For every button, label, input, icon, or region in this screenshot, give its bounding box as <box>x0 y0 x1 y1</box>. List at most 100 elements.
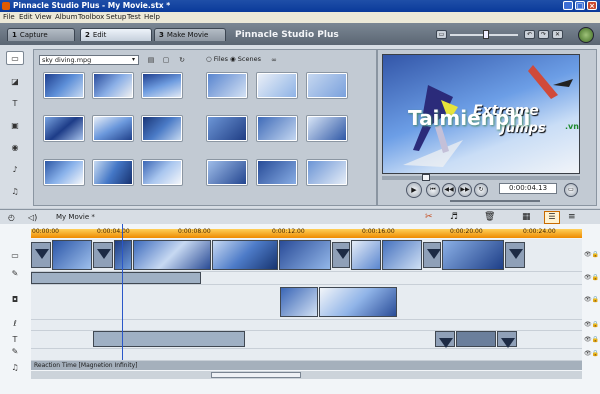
minimize-button[interactable]: _ <box>563 1 573 10</box>
scene-thumbnail[interactable] <box>207 160 247 185</box>
title-track-icon[interactable]: T <box>7 334 23 346</box>
view-icon[interactable]: ∞ <box>267 56 281 64</box>
scene-thumbnail[interactable] <box>142 73 182 98</box>
razor-icon[interactable]: ✂ <box>425 212 433 222</box>
scene-thumbnail[interactable] <box>257 116 297 141</box>
video-clip[interactable] <box>114 240 132 270</box>
track-lock-icon[interactable]: 👁🔒 <box>584 321 599 329</box>
loop-button[interactable]: ↻ <box>474 183 488 197</box>
edit-track-icon[interactable]: ✎ <box>7 268 23 280</box>
overlay-clip[interactable] <box>280 287 318 317</box>
title-clip[interactable] <box>456 331 496 347</box>
trash-icon[interactable]: 🗑 <box>484 212 495 222</box>
tab-capture[interactable]: 1 Capture <box>7 28 75 41</box>
title-transition[interactable] <box>497 331 517 348</box>
transition-clip[interactable] <box>505 242 525 268</box>
scrollbar-thumb[interactable] <box>211 372 301 378</box>
music-track-icon[interactable]: ♫ <box>7 362 23 374</box>
monitor-icon[interactable]: ▭ <box>436 30 447 39</box>
video-clip[interactable] <box>279 240 331 270</box>
video-clip[interactable] <box>351 240 381 270</box>
video-track-icon[interactable]: ▭ <box>7 250 23 262</box>
photos-icon[interactable]: ▣ <box>6 119 24 133</box>
scrubber-knob[interactable] <box>422 174 430 181</box>
scene-thumbnail[interactable] <box>257 160 297 185</box>
folder-open-icon[interactable]: ▢ <box>161 56 171 64</box>
source-file-dropdown[interactable]: sky diving.mpg ▾ <box>39 55 139 65</box>
track-lock-icon[interactable]: 👁🔒 <box>584 274 599 282</box>
folder-up-icon[interactable]: ▤ <box>146 56 156 64</box>
menu-test[interactable]: Test <box>127 13 141 22</box>
menu-setup[interactable]: Setup <box>106 13 126 22</box>
effects-track-icon[interactable]: ℓ <box>7 318 23 330</box>
scene-thumbnail[interactable] <box>207 116 247 141</box>
link-icon[interactable]: ↻ <box>177 56 187 64</box>
track-lock-icon[interactable]: 👁🔒 <box>584 350 599 358</box>
tab-make-movie[interactable]: 3 Make Movie <box>154 28 226 41</box>
timeline-view-icon[interactable]: ☰ <box>544 211 560 224</box>
menu-view[interactable]: View <box>35 13 52 22</box>
storyboard-view-icon[interactable]: ▦ <box>522 212 531 222</box>
volume-knob[interactable] <box>483 30 489 39</box>
music-icon[interactable]: ♫ <box>6 185 24 199</box>
audio-clip[interactable] <box>31 272 201 284</box>
sound-track-icon[interactable]: ✎ <box>7 346 23 358</box>
video-clip[interactable] <box>52 240 92 270</box>
scrubber-bar[interactable] <box>382 176 580 180</box>
scene-thumbnail[interactable] <box>142 116 182 141</box>
audio-toggle-icon[interactable]: ◁) <box>28 213 37 222</box>
menu-help[interactable]: Help <box>144 13 160 22</box>
scene-thumbnail[interactable] <box>44 116 84 141</box>
audio-mixer-icon[interactable]: ♬ <box>450 212 458 222</box>
tab-edit[interactable]: 2 Edit <box>80 28 152 41</box>
scene-thumbnail[interactable] <box>307 116 347 141</box>
maximize-button[interactable]: □ <box>575 1 585 10</box>
sound-effects-icon[interactable]: ♪ <box>6 163 24 177</box>
scene-thumbnail[interactable] <box>93 160 133 185</box>
rewind-button[interactable]: ◀◀ <box>442 183 456 197</box>
playhead[interactable] <box>122 224 123 360</box>
scene-thumbnail[interactable] <box>207 73 247 98</box>
scene-thumbnail[interactable] <box>307 73 347 98</box>
undo-icon[interactable]: ↶ <box>524 30 535 39</box>
video-clip[interactable] <box>382 240 422 270</box>
transition-clip[interactable] <box>332 242 350 268</box>
menu-file[interactable]: File <box>3 13 15 22</box>
track-lock-icon[interactable]: 👁🔒 <box>584 336 599 344</box>
scene-thumbnail[interactable] <box>307 160 347 185</box>
movie-window-icon[interactable]: ◴ <box>8 213 15 222</box>
title-clip[interactable] <box>93 331 245 347</box>
transition-clip[interactable] <box>423 242 441 268</box>
video-scenes-icon[interactable]: ▭ <box>6 51 24 65</box>
transitions-icon[interactable]: ◪ <box>6 75 24 89</box>
scene-thumbnail[interactable] <box>44 73 84 98</box>
time-ruler[interactable]: 00:00:00 0:00:04.00 0:00:08.00 0:00:12.0… <box>31 228 582 238</box>
video-clip[interactable] <box>212 240 278 270</box>
delete-icon[interactable]: ✕ <box>552 30 563 39</box>
video-clip[interactable] <box>133 240 211 270</box>
radio-files[interactable]: ○ Files <box>206 55 228 64</box>
fast-forward-button[interactable]: ▶▶ <box>458 183 472 197</box>
menu-toolbox[interactable]: Toolbox <box>78 13 104 22</box>
timecode-display[interactable]: 0:00:04.13 <box>499 183 557 194</box>
transition-clip[interactable] <box>31 242 51 268</box>
timeline-scrollbar[interactable] <box>31 371 582 379</box>
disc-menus-icon[interactable]: ◉ <box>6 141 24 155</box>
radio-scenes[interactable]: ◉ Scenes <box>230 55 261 64</box>
scene-thumbnail[interactable] <box>93 73 133 98</box>
video-clip[interactable] <box>442 240 504 270</box>
menu-edit[interactable]: Edit <box>19 13 33 22</box>
scene-thumbnail[interactable] <box>44 160 84 185</box>
transition-clip[interactable] <box>93 242 113 268</box>
menu-album[interactable]: Album <box>55 13 77 22</box>
overlay-track-icon[interactable]: ◘ <box>7 294 23 306</box>
title-transition[interactable] <box>435 331 455 348</box>
jog-slider[interactable] <box>450 200 540 202</box>
close-button[interactable]: × <box>587 1 597 10</box>
titles-icon[interactable]: T <box>6 97 24 111</box>
scene-thumbnail[interactable] <box>257 73 297 98</box>
redo-icon[interactable]: ↷ <box>538 30 549 39</box>
full-screen-button[interactable]: ▭ <box>564 183 578 197</box>
overlay-clip[interactable] <box>319 287 397 317</box>
go-to-start-button[interactable]: ⏮ <box>426 183 440 197</box>
